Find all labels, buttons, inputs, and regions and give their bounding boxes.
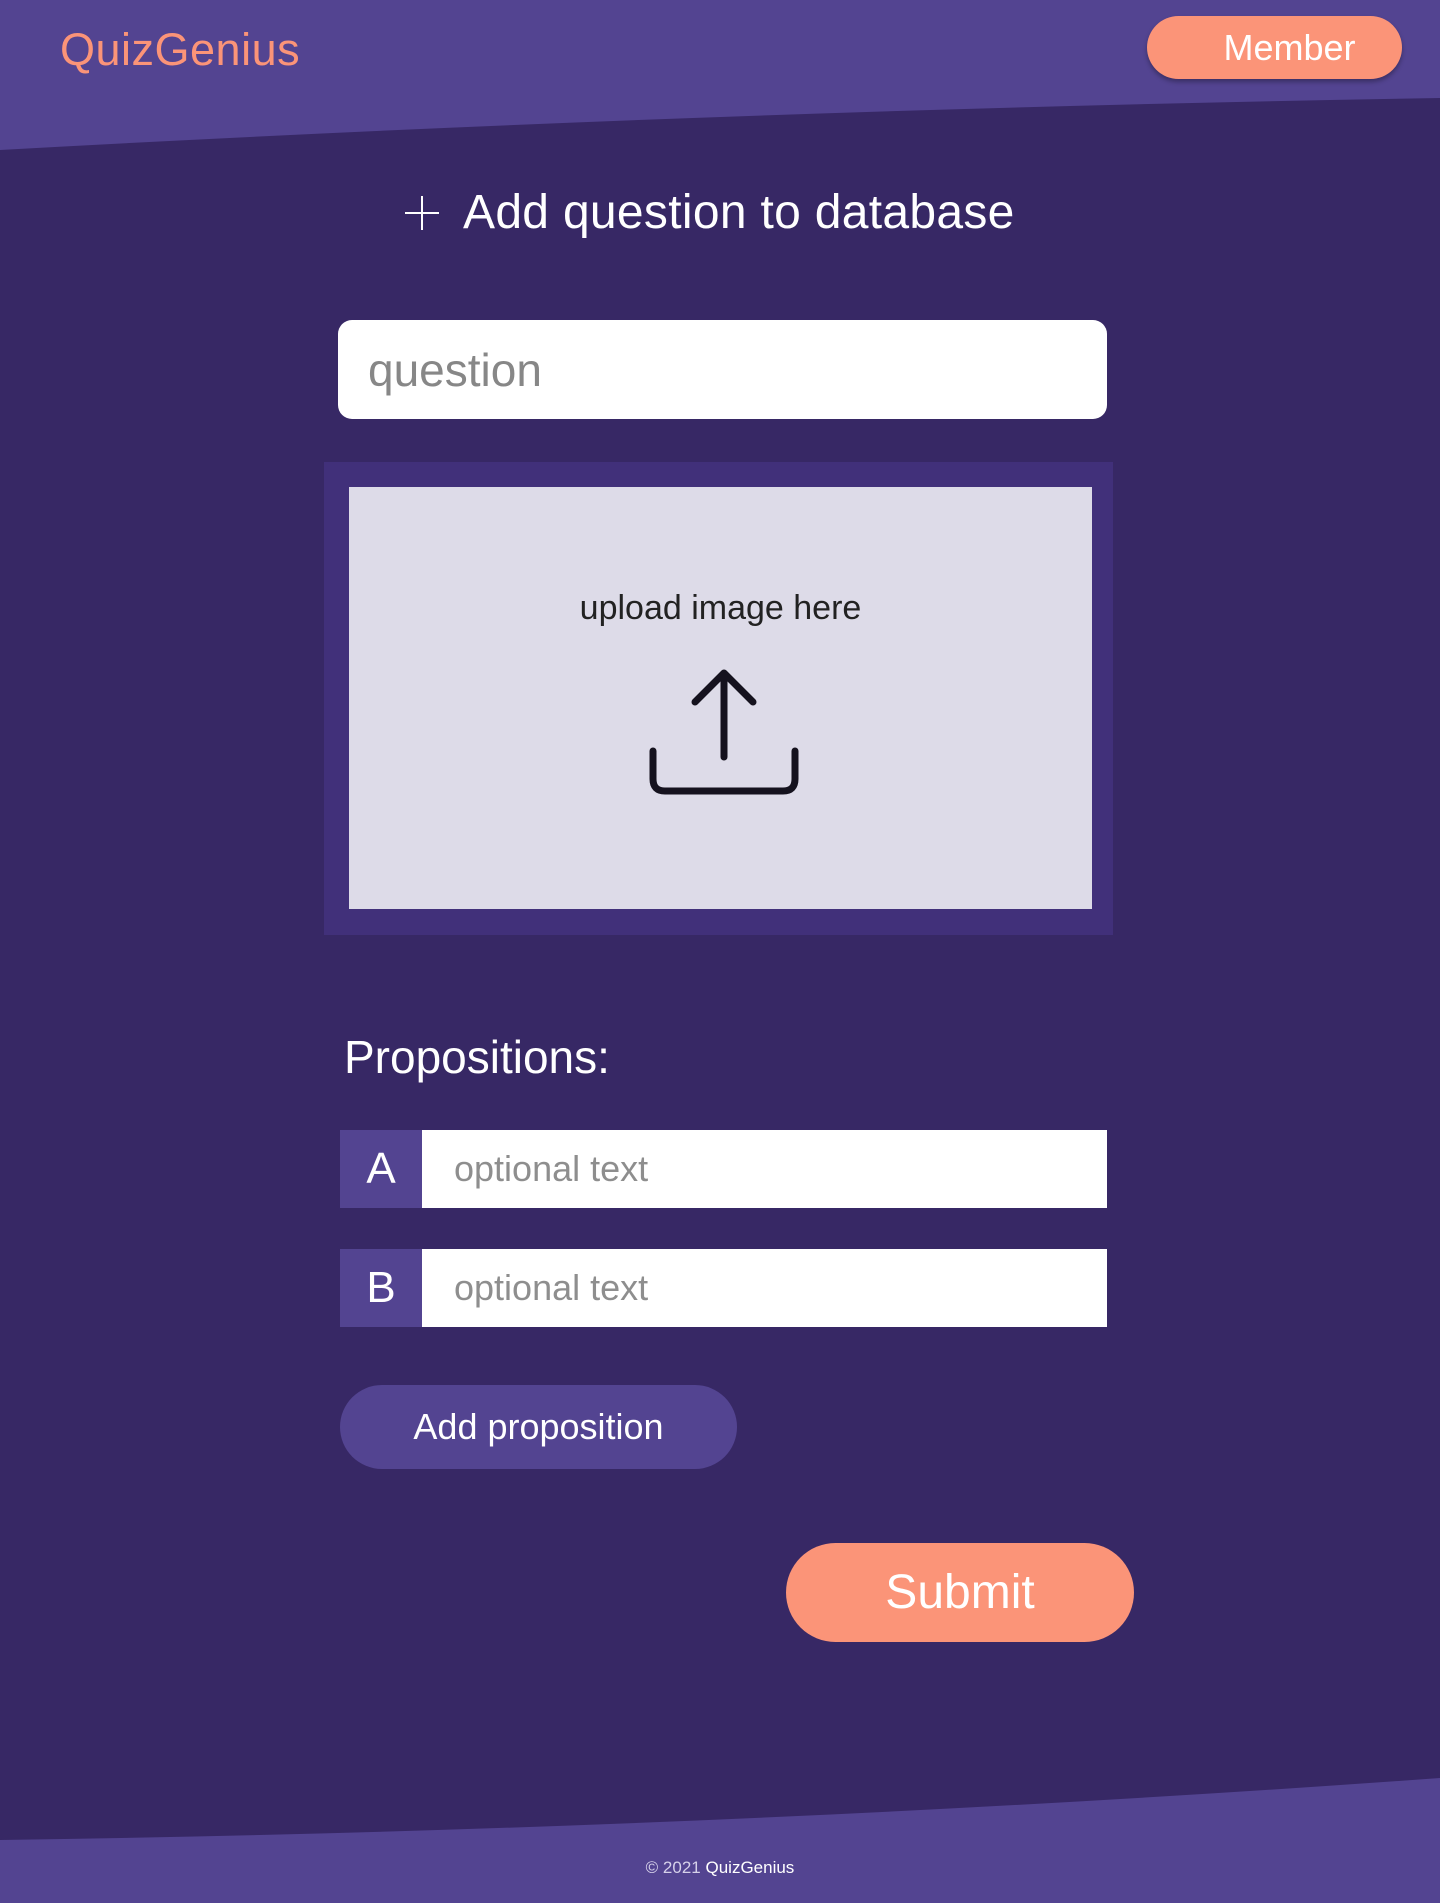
- page: QuizGenius Member Add question to databa…: [0, 0, 1440, 1903]
- question-input[interactable]: question: [338, 320, 1107, 419]
- upload-icon: [649, 669, 799, 795]
- propositions-title: Propositions:: [344, 1031, 610, 1083]
- proposition-letter: A: [340, 1130, 422, 1208]
- upload-frame: upload image here: [324, 462, 1113, 935]
- add-proposition-button[interactable]: Add proposition: [340, 1385, 737, 1469]
- footer-brand: QuizGenius: [705, 1858, 795, 1877]
- footer-copyright: © 2021 QuizGenius: [0, 1858, 1440, 1878]
- plus-icon: [405, 195, 439, 230]
- app-logo[interactable]: QuizGenius: [60, 24, 300, 76]
- form-title-text: Add question to database: [463, 186, 1015, 239]
- proposition-letter: B: [340, 1249, 422, 1327]
- submit-button[interactable]: Submit: [786, 1543, 1134, 1642]
- form-title: Add question to database: [403, 185, 1015, 240]
- footer-band: [0, 1778, 1440, 1903]
- proposition-input-b[interactable]: optional text: [422, 1249, 1107, 1327]
- proposition-row-a: A optional text: [340, 1130, 1107, 1208]
- upload-label: upload image here: [579, 589, 862, 627]
- member-button[interactable]: Member: [1147, 16, 1402, 79]
- proposition-row-b: B optional text: [340, 1249, 1107, 1327]
- copyright-text: © 2021: [645, 1858, 701, 1877]
- image-upload-dropzone[interactable]: upload image here: [349, 487, 1092, 909]
- proposition-input-a[interactable]: optional text: [422, 1130, 1107, 1208]
